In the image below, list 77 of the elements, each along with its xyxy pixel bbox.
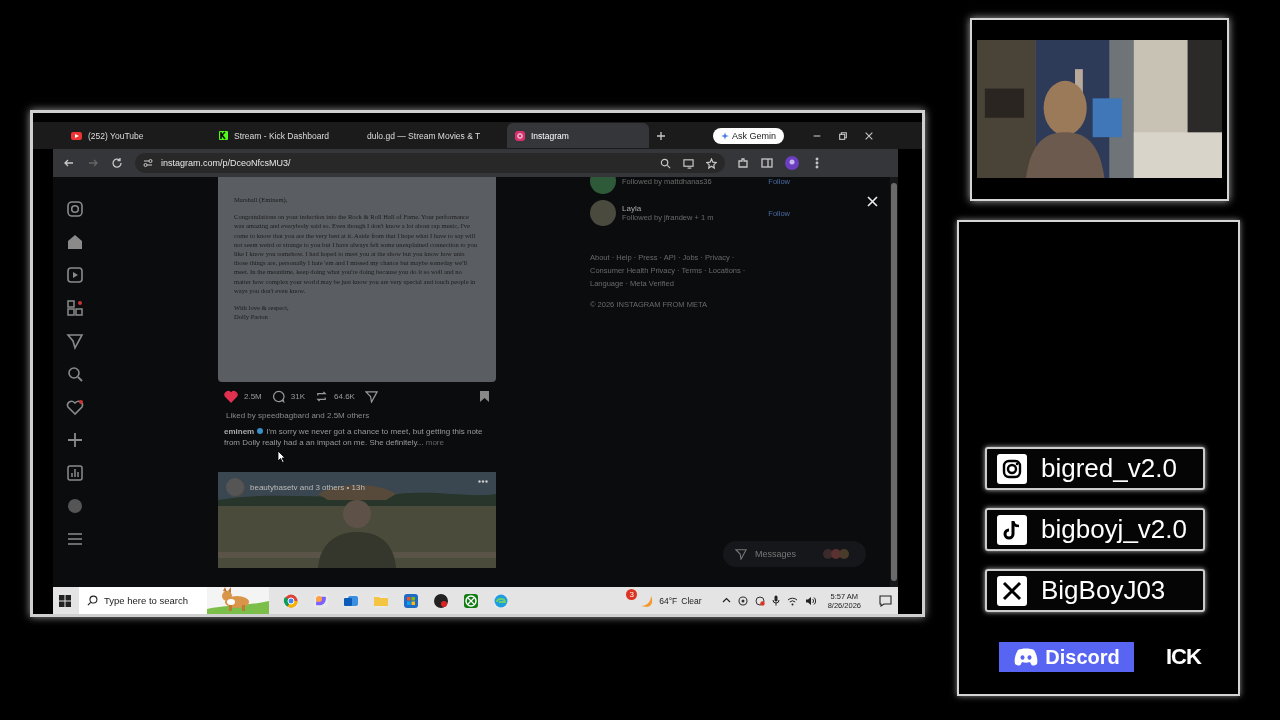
browser-tab[interactable]: Stream - Kick Dashboard bbox=[211, 123, 353, 148]
comment-icon[interactable] bbox=[271, 390, 285, 403]
explore-icon[interactable] bbox=[65, 298, 85, 318]
instagram-icon[interactable] bbox=[65, 199, 85, 219]
heart-icon[interactable] bbox=[65, 397, 85, 417]
browser-tab[interactable]: (252) YouTube bbox=[63, 123, 205, 148]
speaker-muted-icon[interactable] bbox=[754, 595, 765, 606]
close-icon[interactable] bbox=[864, 130, 874, 141]
more-options-icon[interactable] bbox=[478, 480, 488, 483]
send-icon[interactable] bbox=[65, 331, 85, 351]
discord-icon bbox=[1013, 647, 1040, 667]
kick-logo-text: ICK bbox=[1166, 644, 1201, 670]
tiktok-icon bbox=[997, 514, 1027, 545]
site-settings-icon[interactable] bbox=[143, 158, 153, 168]
store-icon[interactable] bbox=[403, 592, 419, 609]
account-name[interactable]: Layla bbox=[622, 204, 714, 213]
social-handle: BigBoyJ03 bbox=[1041, 575, 1166, 606]
wifi-icon[interactable] bbox=[786, 595, 798, 606]
volume-icon[interactable] bbox=[804, 595, 816, 606]
xbox-icon[interactable] bbox=[463, 592, 479, 609]
search-icon bbox=[87, 595, 98, 606]
extensions-icon[interactable] bbox=[737, 157, 749, 169]
mouse-cursor-icon bbox=[277, 450, 286, 463]
chrome-icon[interactable] bbox=[283, 592, 299, 609]
notification-badge: 3 bbox=[626, 588, 638, 600]
chevron-up-icon[interactable] bbox=[721, 596, 731, 605]
cast-icon[interactable] bbox=[683, 157, 694, 169]
back-icon[interactable] bbox=[63, 157, 75, 169]
zoom-icon[interactable] bbox=[660, 157, 671, 169]
instagram-icon bbox=[997, 453, 1027, 484]
discord-button[interactable]: Discord bbox=[999, 642, 1134, 672]
reels-icon[interactable] bbox=[65, 265, 85, 285]
browser-tab[interactable]: dulo.gd — Stream Movies & T bbox=[359, 123, 501, 148]
more-link[interactable]: more bbox=[425, 438, 444, 447]
post-caption: eminem I'm sorry we never got a chance to meet, but getting this note from Dolly really had a an impact on me. She definitely... more bbox=[224, 426, 484, 448]
browser-tab[interactable]: Instagram bbox=[507, 123, 649, 148]
youtube-icon bbox=[71, 131, 82, 140]
weather-condition: Clear bbox=[681, 595, 702, 606]
instagram-icon bbox=[515, 130, 525, 141]
windows-start-icon[interactable] bbox=[59, 594, 71, 607]
temperature-text: 64°F bbox=[659, 595, 678, 606]
dashboard-icon[interactable] bbox=[65, 463, 85, 483]
obs-icon[interactable] bbox=[433, 592, 449, 609]
repost-count: 64.6K bbox=[334, 392, 355, 401]
restore-icon[interactable] bbox=[838, 130, 848, 141]
scrollbar-thumb[interactable] bbox=[891, 183, 897, 581]
bookmark-icon[interactable] bbox=[479, 390, 490, 403]
reload-icon[interactable] bbox=[111, 157, 123, 169]
home-icon[interactable] bbox=[65, 232, 85, 252]
star-icon[interactable] bbox=[706, 157, 717, 169]
comment-count: 31K bbox=[290, 392, 306, 401]
send-icon bbox=[735, 548, 747, 560]
address-bar[interactable]: instagram.com/p/DceoNfcsMU3/ bbox=[135, 153, 725, 173]
avatar-icon[interactable] bbox=[65, 496, 85, 516]
share-icon[interactable] bbox=[364, 390, 378, 403]
new-tab-icon[interactable] bbox=[655, 129, 667, 142]
sparkle-icon bbox=[721, 131, 729, 140]
x-logo-icon bbox=[997, 575, 1027, 606]
sidebar-icon[interactable] bbox=[761, 157, 773, 169]
notifications-icon[interactable] bbox=[879, 594, 892, 607]
like-count: 2.5M bbox=[244, 392, 262, 401]
profile-icon[interactable] bbox=[785, 156, 799, 170]
like-icon[interactable] bbox=[224, 390, 238, 403]
ask-gemini-button[interactable]: Ask Gemin bbox=[713, 127, 784, 144]
liked-by-text: Liked by speedbagbard and 2.5M others bbox=[226, 411, 371, 420]
microphone-icon[interactable] bbox=[771, 595, 780, 606]
camera-icon[interactable] bbox=[737, 595, 748, 606]
avatar-icon bbox=[226, 478, 244, 496]
plus-icon[interactable] bbox=[65, 430, 85, 450]
social-handle: bigred_v2.0 bbox=[1041, 453, 1177, 484]
social-handle: bigboyj_v2.0 bbox=[1041, 514, 1187, 545]
kick-icon bbox=[219, 131, 228, 140]
post-header: beautybasetv and 3 others • 13h bbox=[250, 482, 365, 492]
search-icon[interactable] bbox=[65, 364, 85, 384]
messages-button[interactable]: Messages bbox=[723, 541, 866, 567]
repost-icon[interactable] bbox=[315, 390, 329, 403]
taskbar-search-field[interactable]: Type here to search bbox=[79, 587, 269, 614]
